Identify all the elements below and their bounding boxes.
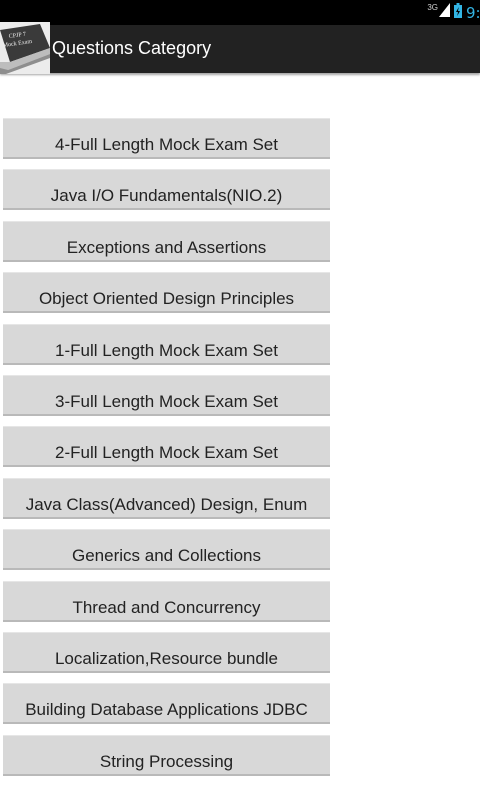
category-button[interactable]: 2-Full Length Mock Exam Set — [3, 426, 330, 468]
category-button[interactable]: Object Oriented Design Principles — [3, 272, 330, 314]
category-button[interactable]: String Processing — [3, 734, 330, 776]
clock: 9:1 — [466, 3, 480, 22]
category-button[interactable]: 4-Full Length Mock Exam Set — [3, 118, 330, 159]
category-button[interactable]: Thread and Concurrency — [3, 580, 330, 622]
category-button[interactable]: Java Class(Advanced) Design, Enum — [3, 477, 330, 519]
battery-icon — [454, 2, 462, 23]
category-button[interactable]: Building Database Applications JDBC — [3, 683, 330, 725]
category-button[interactable]: Localization,Resource bundle — [3, 631, 330, 673]
page-title: Questions Category — [52, 38, 212, 58]
category-button[interactable]: 3-Full Length Mock Exam Set — [3, 374, 330, 416]
status-bar: 3G 9:1 — [0, 0, 480, 25]
network-type-label: 3G — [427, 3, 438, 12]
category-list: 4-Full Length Mock Exam Set Java I/O Fund… — [3, 118, 330, 786]
signal-icon — [439, 3, 450, 22]
category-button[interactable]: Java I/O Fundamentals(NIO.2) — [3, 169, 330, 211]
category-button[interactable]: Generics and Collections — [3, 529, 330, 571]
action-bar: CPJP 7 Mock Exam Questions Category — [0, 22, 480, 74]
status-icons: 3G 9:1 — [427, 0, 480, 25]
category-button[interactable]: Exceptions and Assertions — [3, 220, 330, 262]
app-logo[interactable]: CPJP 7 Mock Exam — [0, 22, 50, 74]
category-button[interactable]: 1-Full Length Mock Exam Set — [3, 323, 330, 365]
